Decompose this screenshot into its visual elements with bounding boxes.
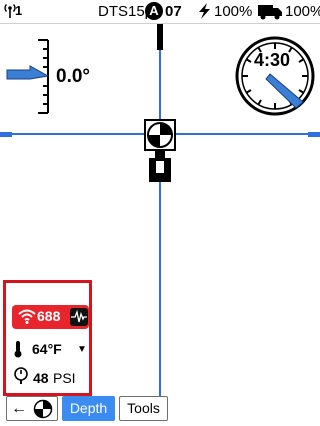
pressure-gauge-icon [14,367,28,384]
axis-left-cap [0,132,12,137]
thermometer-icon [14,341,22,358]
axis-right-cap [308,132,320,137]
back-button[interactable]: ← [6,396,58,421]
axis-top-cap [157,24,163,50]
target-icon [33,399,53,419]
pressure-unit: PSI [53,370,76,386]
depth-signal-pill[interactable]: 688 [12,305,89,329]
back-arrow-icon: ← [11,400,27,417]
signal-wave-icon [18,309,36,324]
temperature-value: 64°F [32,341,62,357]
roll-pointer-icon [6,65,50,80]
waveform-icon[interactable] [70,308,88,326]
depth-signal-value: 688 [37,308,61,324]
tab-depth[interactable]: Depth [62,396,115,421]
target-marker-icon [144,119,176,182]
tab-tools[interactable]: Tools [119,396,168,421]
temperature-dropdown-caret[interactable]: ▼ [77,344,87,355]
pressure-value: 48 [33,370,49,386]
clock-value: 4:30 [254,50,291,70]
roll-value: 0.0° [56,66,91,87]
sensor-info-box: 688 64°F ▼ 48 PSI [3,280,92,396]
